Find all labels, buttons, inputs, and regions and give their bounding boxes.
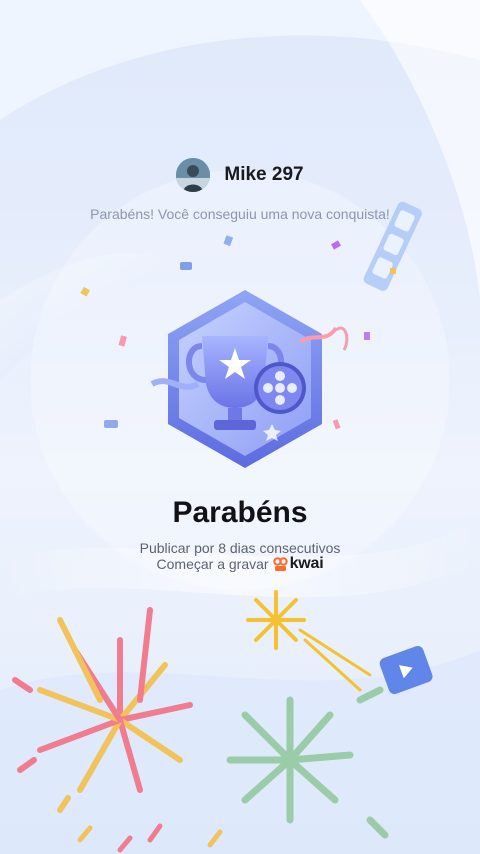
brand-logo: kwai: [272, 555, 324, 573]
kwai-logo-icon: [272, 556, 288, 571]
achievement-description: Publicar por 8 dias consecutivos: [139, 540, 341, 556]
user-header: Mike 297: [0, 158, 480, 192]
achievement-title: Parabéns: [172, 496, 308, 529]
achievement-cta[interactable]: Começar a gravar kwai: [0, 555, 480, 573]
brand-name: kwai: [289, 555, 324, 572]
cta-text: Começar a gravar: [156, 556, 269, 572]
achievement-subtitle: Parabéns! Você conseguiu uma nova conqui…: [90, 206, 390, 222]
user-avatar-icon: [176, 158, 211, 192]
username: Mike 297: [224, 164, 304, 185]
avatar[interactable]: [176, 158, 211, 192]
trophy-badge-icon: [150, 290, 338, 468]
